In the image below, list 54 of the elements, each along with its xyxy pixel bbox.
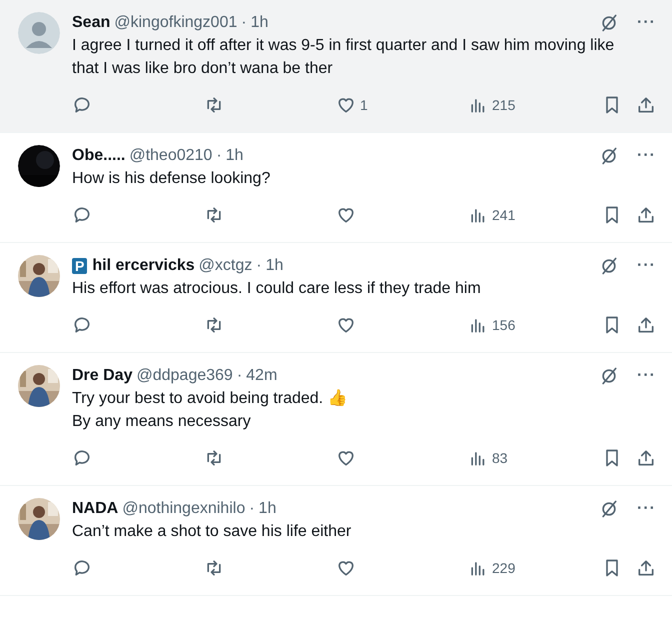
share-icon[interactable]	[636, 205, 656, 225]
name-badge: P	[72, 258, 88, 274]
more-button[interactable]: ···	[637, 367, 656, 385]
separator: ·	[256, 257, 262, 275]
handle[interactable]: @ddpage369	[136, 367, 233, 385]
post-text: By any means necessary	[72, 412, 252, 432]
reply-icon[interactable]	[72, 448, 92, 468]
view-count: 83	[492, 450, 508, 466]
display-name[interactable]: hil ercervicks	[92, 257, 195, 275]
handle[interactable]: @kingofkingz001	[114, 14, 238, 32]
like-icon[interactable]	[336, 448, 356, 468]
more-button[interactable]: ···	[637, 500, 656, 518]
post-time[interactable]: 42m	[246, 367, 278, 385]
separator: ·	[241, 14, 247, 32]
handle[interactable]: @theo0210	[129, 147, 212, 165]
post-text: Try your best to avoid being traded. 👍	[72, 388, 349, 409]
reply-icon[interactable]	[72, 315, 92, 335]
more-button[interactable]: ···	[637, 14, 656, 32]
post-time[interactable]: 1h	[226, 147, 244, 165]
default-avatar-icon[interactable]	[18, 12, 60, 54]
reply-icon[interactable]	[72, 205, 92, 225]
share-icon[interactable]	[636, 95, 656, 115]
display-name[interactable]: Dre Day	[72, 367, 132, 385]
post-text: His effort was atrocious. I could care less if they trade him	[72, 279, 482, 299]
post-time[interactable]: 1h	[250, 14, 268, 32]
display-name[interactable]: NADA	[72, 500, 118, 518]
like-icon[interactable]	[336, 205, 356, 225]
display-name[interactable]: Sean	[72, 14, 110, 32]
display-name[interactable]: Obe.....	[72, 147, 126, 165]
handle[interactable]: @xctgz	[198, 257, 252, 275]
handle[interactable]: @nothingexnihilo	[122, 500, 246, 518]
post-time[interactable]: 1h	[258, 500, 276, 518]
separator: ·	[216, 147, 222, 165]
more-button[interactable]: ···	[637, 257, 656, 275]
view-count: 156	[492, 317, 516, 333]
reply-icon[interactable]	[72, 95, 92, 115]
like-icon[interactable]	[336, 558, 356, 578]
post-text: How is his defense looking?	[72, 169, 272, 189]
view-count: 241	[492, 207, 516, 223]
post-text: I agree I turned it off after it was 9-5 in first quarter and I saw him moving like that I was like bro don’t wana be ther	[72, 36, 616, 79]
share-icon[interactable]	[636, 315, 656, 335]
share-icon[interactable]	[636, 448, 656, 468]
separator: ·	[236, 367, 242, 385]
more-button[interactable]: ···	[637, 147, 656, 165]
reply-icon[interactable]	[72, 558, 92, 578]
like-icon[interactable]	[336, 315, 356, 335]
like-count: 1	[360, 97, 368, 113]
post-time[interactable]: 1h	[266, 257, 284, 275]
separator: ·	[249, 500, 255, 518]
view-count: 229	[492, 560, 516, 576]
like-icon[interactable]	[336, 95, 356, 115]
post-text: Can’t make a shot to save his life either	[72, 522, 352, 542]
view-count: 215	[492, 97, 516, 113]
share-icon[interactable]	[636, 558, 656, 578]
